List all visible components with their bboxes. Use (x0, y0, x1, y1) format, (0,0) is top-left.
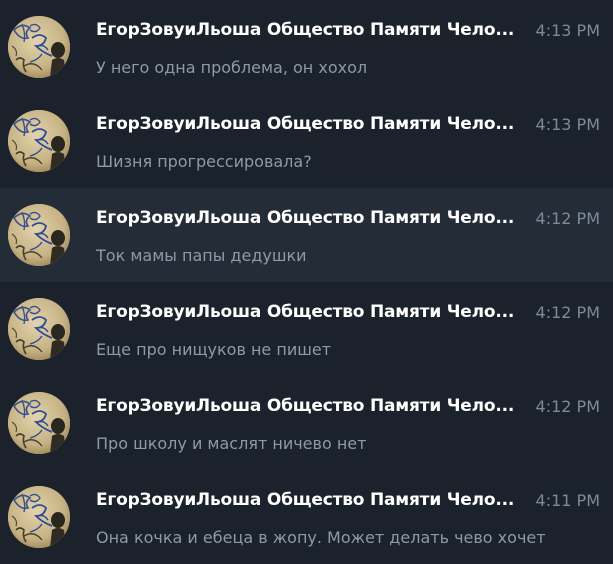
chat-name: ЕгорЗовуиЛьоша Общество Памяти Чело... (96, 396, 515, 416)
chat-name: ЕгорЗовуиЛьоша Общество Памяти Чело... (96, 302, 515, 322)
chat-list-item[interactable]: ЕгорЗовуиЛьоша Общество Памяти Чело... 4… (0, 376, 613, 470)
message-time: 4:12 PM (535, 303, 600, 322)
message-preview: Шизня прогрессировала? (96, 152, 312, 171)
jojo-rabbit-avatar-icon (8, 392, 70, 454)
message-preview: Еще про нищуков не пишет (96, 340, 332, 359)
message-preview: Ток мамы папы дедушки (96, 246, 307, 265)
message-time: 4:12 PM (535, 397, 600, 416)
chat-list-item[interactable]: ЕгорЗовуиЛьоша Общество Памяти Чело... 4… (0, 282, 613, 376)
message-time: 4:13 PM (535, 21, 600, 40)
message-time: 4:13 PM (535, 115, 600, 134)
chat-list-item[interactable]: ЕгорЗовуиЛьоша Общество Памяти Чело... 4… (0, 0, 613, 94)
message-preview: Про школу и маслят ничево нет (96, 434, 367, 453)
chat-list-item[interactable]: ЕгорЗовуиЛьоша Общество Памяти Чело... 4… (0, 94, 613, 188)
chat-list-item-selected[interactable]: ЕгорЗовуиЛьоша Общество Памяти Чело... 4… (0, 188, 613, 282)
chat-name: ЕгорЗовуиЛьоша Общество Памяти Чело... (96, 20, 515, 40)
chat-name: ЕгорЗовуиЛьоша Общество Памяти Чело... (96, 490, 515, 510)
jojo-rabbit-avatar-icon (8, 16, 70, 78)
jojo-rabbit-avatar-icon (8, 486, 70, 548)
message-preview: Она кочка и ебеца в жопу. Может делать ч… (96, 528, 546, 547)
message-preview: У него одна проблема, он хохол (96, 58, 368, 77)
jojo-rabbit-avatar-icon (8, 298, 70, 360)
chat-name: ЕгорЗовуиЛьоша Общество Памяти Чело... (96, 114, 515, 134)
jojo-rabbit-avatar-icon (8, 204, 70, 266)
message-time: 4:12 PM (535, 209, 600, 228)
message-time: 4:11 PM (535, 491, 600, 510)
chat-name: ЕгорЗовуиЛьоша Общество Памяти Чело... (96, 208, 515, 228)
jojo-rabbit-avatar-icon (8, 110, 70, 172)
chat-list: ЕгорЗовуиЛьоша Общество Памяти Чело... 4… (0, 0, 613, 550)
